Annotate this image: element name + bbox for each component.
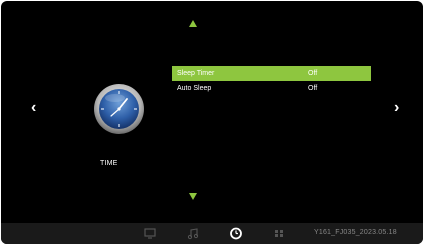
category-tab-bar: Y161_FJ035_2023.05.18 (1, 223, 423, 244)
menu-item-sleep-timer[interactable]: Sleep Timer Off (172, 66, 371, 81)
firmware-version: Y161_FJ035_2023.05.18 (314, 229, 397, 236)
tv-icon[interactable] (143, 227, 157, 240)
menu-item-value: Off (308, 70, 318, 77)
settings-menu: Sleep Timer Off Auto Sleep Off (172, 66, 371, 96)
menu-item-label: Auto Sleep (177, 85, 212, 92)
scroll-down-arrow-icon[interactable] (189, 193, 197, 200)
nav-left-icon[interactable]: ‹ (31, 100, 36, 116)
scroll-up-arrow-icon[interactable] (189, 20, 197, 27)
clock-icon (94, 84, 144, 134)
tv-menu-screen: ‹ › TIME Sleep Timer Off Auto Sleep Off … (1, 1, 423, 244)
nav-right-icon[interactable]: › (394, 100, 399, 116)
grid-icon[interactable] (272, 227, 286, 240)
menu-item-auto-sleep[interactable]: Auto Sleep Off (172, 81, 371, 96)
section-title: TIME (100, 160, 118, 167)
clock-icon[interactable] (229, 227, 243, 240)
menu-item-label: Sleep Timer (177, 70, 215, 77)
music-icon[interactable] (186, 227, 200, 240)
menu-item-value: Off (308, 85, 318, 92)
